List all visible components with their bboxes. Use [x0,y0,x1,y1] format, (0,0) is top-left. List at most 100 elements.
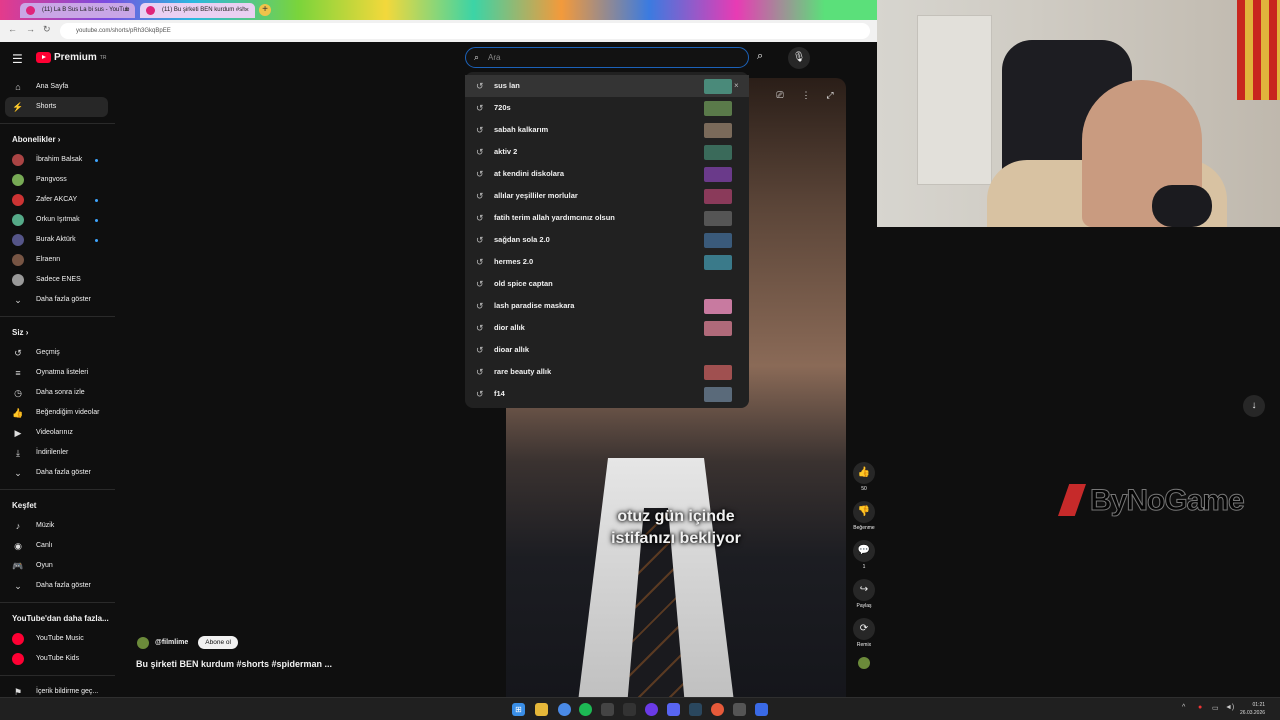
browser-tab-strip: (11) La B Sus La bi sus - YouTub × (11) … [0,0,877,20]
gaming-icon: 🎮 [12,561,24,571]
file-explorer-icon[interactable] [535,703,548,716]
app-icon[interactable] [755,703,768,716]
avatar [12,234,24,246]
dislike-button[interactable]: 👎 [853,501,875,523]
reload-icon[interactable]: ↻ [43,24,51,35]
clock-date: 26.03.2026 [1240,710,1266,716]
microphone-icon[interactable]: 🎙 [788,47,810,69]
browser-tab-active[interactable]: (11) Bu şirketi BEN kurdum #sh × [140,3,255,18]
sidebar-item-history[interactable]: ↺ Geçmiş [0,343,115,363]
youtube-app-item[interactable]: YouTube Kids [0,649,115,669]
subscription-item[interactable]: İbrahim Balsak [0,150,115,170]
suggestion-item[interactable]: ↺ fatih terim allah yardımcınız olsun [465,207,749,229]
like-button[interactable]: 👍 [853,462,875,484]
channel-avatar[interactable] [137,636,149,649]
avatar [12,274,24,286]
sidebar-item-live[interactable]: ◉ Canlı [0,536,115,556]
sidebar-item-home[interactable]: ⌂ Ana Sayfa [0,77,115,97]
show-more-button[interactable]: ⌄ Daha fazla göster [0,576,115,596]
network-icon[interactable]: ▭ [1212,704,1219,712]
download-icon: ⤓ [16,448,20,458]
sidebar-item-download[interactable]: ⤓ İndirilenler [0,443,115,463]
sidebar-item-gaming[interactable]: 🎮 Oyun [0,556,115,576]
sidebar-item-music[interactable]: ♪ Müzik [0,516,115,536]
suggestion-item[interactable]: ↺ rare beauty allık [465,361,749,383]
remove-suggestion-icon[interactable]: × [734,75,739,97]
subscription-item[interactable]: Orkun Işıtmak [0,210,115,230]
sidebar-item-like[interactable]: 👍 Beğendiğim videolar [0,403,115,423]
new-tab-button[interactable]: + [259,4,271,16]
youtube-app-item[interactable]: YouTube Music [0,629,115,649]
sound-thumbnail[interactable] [858,657,870,669]
suggestion-item[interactable]: ↺ lash paradise maskara [465,295,749,317]
close-tab-icon[interactable]: × [125,3,129,18]
browser-tab[interactable]: (11) La B Sus La bi sus - YouTub × [20,3,135,18]
youtube-page: ☰ Premium TR ⌕ Ara ⌕ 🎙 ⌂ Ana Sayfa ⚡ Shorts… [0,42,877,718]
search-icon: ⌕ [474,52,480,62]
search-button[interactable]: ⌕ [757,50,763,63]
sidebar-item-label: Daha fazla göster [36,296,91,303]
subscription-item[interactable]: Pangvoss [0,170,115,190]
suggestion-item[interactable]: ↺ aktiv 2 [465,141,749,163]
you-heading[interactable]: Siz › [0,323,115,343]
twitch-icon[interactable] [645,703,658,716]
suggestion-item[interactable]: ↺ hermes 2.0 [465,251,749,273]
chevron-up-icon[interactable]: ^ [1182,704,1185,711]
app-icon[interactable] [711,703,724,716]
spotify-icon[interactable] [579,703,592,716]
close-tab-icon[interactable]: × [245,3,249,18]
youtube-logo[interactable]: Premium TR [36,52,106,63]
suggestion-item[interactable]: ↺ old spice captan [465,273,749,295]
captions-icon[interactable]: ⎚ [772,90,788,104]
comments-button[interactable]: 💬 [853,540,875,562]
show-more-button[interactable]: ⌄ Daha fazla göster [0,463,115,483]
share-button[interactable]: ↪ [853,579,875,601]
steam-icon[interactable] [689,703,702,716]
suggestion-item[interactable]: ↺ sağdan sola 2.0 [465,229,749,251]
suggestion-item[interactable]: ↺ f14 [465,383,749,405]
webcam-door [917,15,992,185]
suggestion-item[interactable]: ↺ allılar yeşilliler morlular [465,185,749,207]
subscription-item[interactable]: Burak Aktürk [0,230,115,250]
search-input[interactable]: ⌕ Ara [465,47,749,68]
caption-line: istifanızı bekliyor [611,530,741,547]
sidebar-item-shorts[interactable]: ⚡ Shorts [5,97,108,117]
subscription-item[interactable]: Sadece ENES [0,270,115,290]
channel-name[interactable]: @filmlime [155,639,188,646]
fullscreen-icon[interactable]: ⤢ [822,90,838,104]
divider [0,602,115,603]
subscribe-button[interactable]: Abone ol [198,636,238,649]
address-bar[interactable]: youtube.com/shorts/pRh3GkqBpEE [60,23,870,39]
back-icon[interactable]: ← [8,24,17,34]
show-more-button[interactable]: ⌄ Daha fazla göster [0,290,115,310]
start-icon[interactable]: ⊞ [512,703,525,716]
discord-icon[interactable] [667,703,680,716]
mic-icon[interactable]: ● [1198,704,1202,711]
video-title[interactable]: Bu şirketi BEN kurdum #shorts #spiderman… [136,659,332,669]
subscription-item[interactable]: Elraenn [0,250,115,270]
menu-icon[interactable]: ☰ [12,52,23,66]
suggestion-item[interactable]: ↺ sabah kalkarım [465,119,749,141]
subscriptions-heading[interactable]: Abonelikler › [0,130,115,150]
sidebar-item-playlist[interactable]: ≡ Oynatma listeleri [0,363,115,383]
remix-button[interactable]: ⟳ [853,618,875,640]
more-vert-icon[interactable]: ⋮ [798,90,814,104]
suggestion-item[interactable]: ↺ dioar allık [465,339,749,361]
arrow-down-icon[interactable]: ↓ [1243,395,1265,417]
volume-icon[interactable]: ◄) [1225,704,1234,711]
subscription-item[interactable]: Zafer AKCAY [0,190,115,210]
sidebar-item-video[interactable]: ▶ Videolarınız [0,423,115,443]
chrome-icon[interactable] [558,703,571,716]
settings-icon[interactable] [733,703,746,716]
suggestion-item[interactable]: ↺ sus lan × [465,75,749,97]
app-icon[interactable] [601,703,614,716]
history-icon: ↺ [476,279,484,289]
sidebar-item-clock[interactable]: ◷ Daha sonra izle [0,383,115,403]
suggestion-item[interactable]: ↺ at kendini diskolara [465,163,749,185]
sidebar-item-label: Beğendiğim videolar [36,409,100,416]
app-icon[interactable] [623,703,636,716]
suggestion-item[interactable]: ↺ dior allık [465,317,749,339]
system-clock[interactable]: 01:21 26.03.2026 [1240,701,1265,717]
suggestion-item[interactable]: ↺ 720s [465,97,749,119]
forward-icon[interactable]: → [26,24,35,34]
